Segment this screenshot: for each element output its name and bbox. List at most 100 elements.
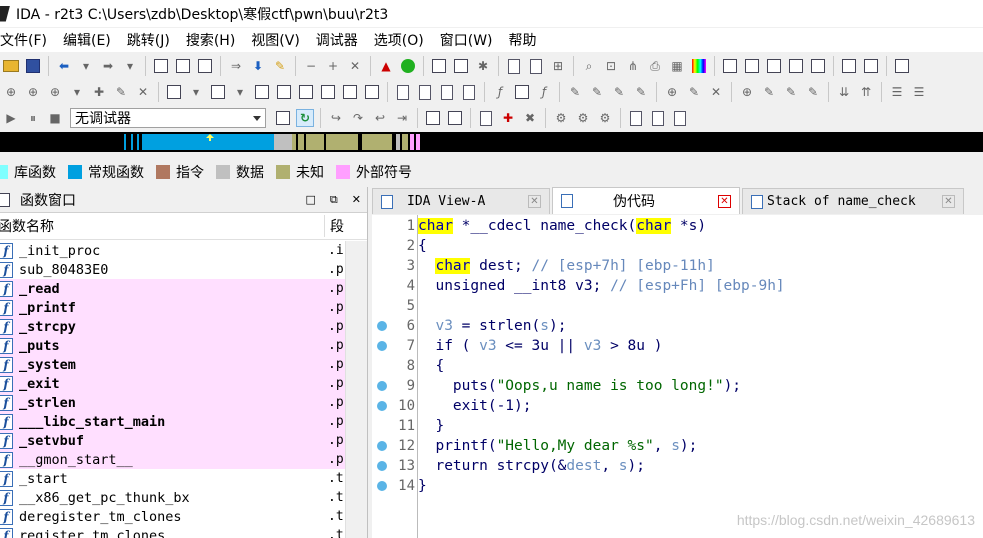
step-out-icon[interactable]: ↩ bbox=[371, 109, 389, 127]
function-row[interactable]: f _strcpy .p bbox=[0, 317, 345, 336]
plus-icon[interactable]: + bbox=[324, 57, 342, 75]
menu-debugger[interactable]: 调试器 bbox=[308, 30, 366, 50]
graph-icon[interactable]: ⊡ bbox=[602, 57, 620, 75]
segment-icon[interactable] bbox=[275, 83, 293, 101]
struct-icon[interactable] bbox=[165, 83, 183, 101]
edit-icon[interactable]: ✎ bbox=[566, 83, 584, 101]
edit-icon[interactable]: ✎ bbox=[804, 83, 822, 101]
comment-icon[interactable]: ☰ bbox=[888, 83, 906, 101]
edit-icon[interactable]: ✎ bbox=[610, 83, 628, 101]
function-row[interactable]: f _init_proc .i bbox=[0, 241, 345, 260]
list-icon[interactable] bbox=[649, 109, 667, 127]
code-line[interactable]: 2{ bbox=[372, 236, 983, 256]
function-row[interactable]: f _read .p bbox=[0, 279, 345, 298]
search-icon[interactable]: ⌕ bbox=[580, 57, 598, 75]
list-icon[interactable] bbox=[627, 109, 645, 127]
text-search-icon[interactable] bbox=[174, 57, 192, 75]
immediate-search-icon[interactable] bbox=[196, 57, 214, 75]
bug-icon[interactable]: ✱ bbox=[474, 57, 492, 75]
window-icon[interactable] bbox=[430, 57, 448, 75]
breakpoint-dot-icon[interactable] bbox=[377, 321, 387, 331]
dropdown-icon[interactable]: ▾ bbox=[231, 83, 249, 101]
function-row[interactable]: f _start .t bbox=[0, 469, 345, 488]
save-icon[interactable] bbox=[24, 57, 42, 75]
add-breakpoint-icon[interactable]: ✚ bbox=[499, 109, 517, 127]
breakpoint-dot-icon[interactable] bbox=[377, 341, 387, 351]
segment-icon[interactable] bbox=[253, 83, 271, 101]
function-row[interactable]: f _exit .p bbox=[0, 374, 345, 393]
code-line[interactable]: 5 bbox=[372, 296, 983, 316]
print-icon[interactable]: ⎙ bbox=[646, 57, 664, 75]
code-line[interactable]: 1 char *__cdecl name_check(char *s) bbox=[372, 216, 983, 236]
add-icon[interactable]: ⊕ bbox=[738, 83, 756, 101]
function-row[interactable]: f __x86_get_pc_thunk_bx .t bbox=[0, 488, 345, 507]
segment-icon[interactable] bbox=[319, 83, 337, 101]
list-icon[interactable] bbox=[505, 57, 523, 75]
function-icon[interactable]: ƒ bbox=[535, 83, 553, 101]
pseudocode-view[interactable]: 1 char *__cdecl name_check(char *s) 2{3 ch… bbox=[372, 215, 983, 538]
edit-icon[interactable]: ✎ bbox=[760, 83, 778, 101]
pause-icon[interactable]: ⏸ bbox=[24, 109, 42, 127]
function-row[interactable]: f _system .p bbox=[0, 355, 345, 374]
tab-ida-view-a[interactable]: IDA View-A ✕ bbox=[372, 188, 550, 214]
panel-float-icon[interactable]: ⧉ bbox=[330, 193, 338, 207]
breakpoint-dot-icon[interactable] bbox=[377, 481, 387, 491]
add-icon[interactable]: ⊕ bbox=[2, 83, 20, 101]
code-line[interactable]: 13 return strcpy(&dest, s); bbox=[372, 456, 983, 476]
menu-windows[interactable]: 窗口(W) bbox=[432, 30, 501, 50]
sort-icon[interactable]: ⇊ bbox=[835, 83, 853, 101]
function-icon[interactable]: ƒ bbox=[491, 83, 509, 101]
function-row[interactable]: f ___libc_start_main .p bbox=[0, 412, 345, 431]
back-arrow-icon[interactable]: ⬅ bbox=[55, 57, 73, 75]
sort-icon[interactable]: ⇈ bbox=[857, 83, 875, 101]
function-icon[interactable] bbox=[787, 57, 805, 75]
edit-icon[interactable] bbox=[840, 57, 858, 75]
code-line[interactable]: 14} bbox=[372, 476, 983, 496]
list-icon[interactable] bbox=[438, 83, 456, 101]
function-row[interactable]: f sub_80483E0 .p bbox=[0, 260, 345, 279]
edit-icon[interactable]: ✎ bbox=[632, 83, 650, 101]
segment-icon[interactable] bbox=[341, 83, 359, 101]
breakpoint-dot-icon[interactable] bbox=[377, 401, 387, 411]
step-icon[interactable]: ↻ bbox=[296, 109, 314, 127]
code-line[interactable]: 11 } bbox=[372, 416, 983, 436]
edit-icon[interactable]: ✎ bbox=[112, 83, 130, 101]
function-row[interactable]: f register_tm_clones .t bbox=[0, 526, 345, 538]
menu-jump[interactable]: 跳转(J) bbox=[119, 30, 178, 50]
warning-icon[interactable]: ▲ bbox=[377, 57, 395, 75]
menu-help[interactable]: 帮助 bbox=[501, 30, 545, 50]
function-row[interactable]: f _strlen .p bbox=[0, 393, 345, 412]
grid-icon[interactable]: ▦ bbox=[668, 57, 686, 75]
dropdown-icon[interactable]: ▾ bbox=[121, 57, 139, 75]
enum-icon[interactable] bbox=[209, 83, 227, 101]
forward-arrow-icon[interactable]: ➡ bbox=[99, 57, 117, 75]
list-icon[interactable] bbox=[460, 83, 478, 101]
open-file-icon[interactable] bbox=[2, 57, 20, 75]
close-icon[interactable]: ✕ bbox=[346, 57, 364, 75]
breakpoint-dot-icon[interactable] bbox=[377, 381, 387, 391]
tab-pseudocode[interactable]: 伪代码 ✕ bbox=[552, 187, 740, 214]
segment-icon[interactable] bbox=[363, 83, 381, 101]
window-icon[interactable] bbox=[721, 57, 739, 75]
panel-restore-icon[interactable]: □ bbox=[306, 193, 316, 207]
add-icon[interactable]: ⊕ bbox=[663, 83, 681, 101]
function-row[interactable]: f __gmon_start__ .p bbox=[0, 450, 345, 469]
step-over-icon[interactable]: ↷ bbox=[349, 109, 367, 127]
dropdown-icon[interactable]: ▾ bbox=[187, 83, 205, 101]
menu-file[interactable]: 文件(F) bbox=[0, 30, 55, 50]
tab-stack-of-name-check[interactable]: Stack of name_check ✕ bbox=[742, 188, 964, 214]
text-icon[interactable] bbox=[893, 57, 911, 75]
close-icon[interactable]: ✕ bbox=[707, 83, 725, 101]
menu-edit[interactable]: 编辑(E) bbox=[55, 30, 119, 50]
close-icon[interactable]: ✕ bbox=[718, 194, 731, 208]
breakpoint-list-icon[interactable] bbox=[477, 109, 495, 127]
minus-icon[interactable]: − bbox=[302, 57, 320, 75]
binary-search-icon[interactable] bbox=[152, 57, 170, 75]
run-to-cursor-icon[interactable]: ⇥ bbox=[393, 109, 411, 127]
code-line[interactable]: 7 if ( v3 <= 3u || v3 > 8u ) bbox=[372, 336, 983, 356]
function-row[interactable]: f _printf .p bbox=[0, 298, 345, 317]
delete-breakpoint-icon[interactable]: ✖ bbox=[521, 109, 539, 127]
edit-icon[interactable]: ✎ bbox=[685, 83, 703, 101]
highlight-icon[interactable]: ✎ bbox=[271, 57, 289, 75]
navigation-band-overview[interactable] bbox=[0, 132, 420, 152]
